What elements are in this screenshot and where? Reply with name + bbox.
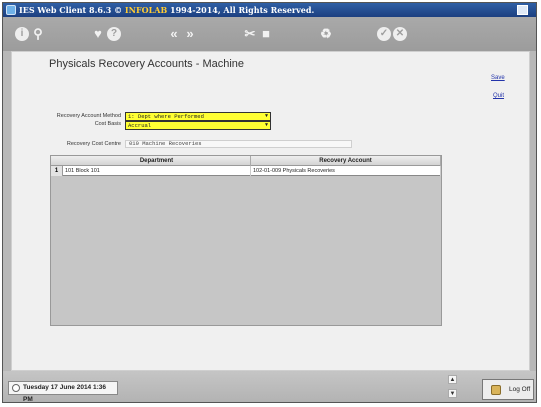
recycle-icon[interactable]: ♻ [319, 27, 333, 41]
recovery-account-cell[interactable]: 102-01-009 Physicals Recoveries [251, 166, 441, 176]
datetime-display: Tuesday 17 June 2014 1:36 PM [8, 381, 118, 403]
column-recovery-account[interactable]: Recovery Account [251, 156, 441, 166]
cost-centre-field[interactable]: 010 Machine Recoveries [125, 140, 352, 148]
status-bar: Tuesday 17 June 2014 1:36 PM ▲ ▼ Log Off [3, 371, 536, 403]
toolbar: i ⚲ ♥ ? « » ✂ ■ ♻ ✓ ✕ [3, 17, 536, 51]
save-link[interactable]: Save [491, 75, 505, 81]
cost-basis-value: Accrual [128, 122, 152, 129]
app-name: IES Web Client 8.6.3 [19, 5, 112, 15]
cost-centre-label: Recovery Cost Centre [66, 141, 121, 147]
datetime-text: Tuesday 17 June 2014 1:36 PM [23, 384, 106, 403]
title-bar: IES Web Client 8.6.3 © INFOLAB 1994-2014… [3, 3, 536, 17]
page-title: Physicals Recovery Accounts - Machine [49, 58, 245, 70]
row-number: 1 [51, 166, 63, 176]
stop-icon[interactable]: ■ [259, 27, 273, 41]
ok-icon[interactable]: ✓ [377, 27, 391, 41]
recovery-method-select[interactable]: 1: Dept where Performed ▼ [125, 112, 271, 121]
logoff-label: Log Off [509, 386, 531, 393]
lock-icon [491, 385, 501, 395]
grid-header: Department Recovery Account [51, 156, 441, 166]
app-window: IES Web Client 8.6.3 © INFOLAB 1994-2014… [2, 2, 537, 403]
copyright-symbol: © [114, 5, 123, 15]
scroll-up-button[interactable]: ▲ [448, 375, 457, 384]
department-cell[interactable]: 101 Block 101 [63, 166, 251, 176]
dropdown-arrow-icon: ▼ [264, 113, 268, 119]
app-icon [6, 5, 16, 15]
accounts-grid: Department Recovery Account 1 101 Block … [50, 155, 442, 326]
info-icon[interactable]: i [15, 27, 29, 41]
table-row[interactable]: 1 101 Block 101 102-01-009 Physicals Rec… [51, 166, 441, 176]
help-icon[interactable]: ? [107, 27, 121, 41]
company-name: INFOLAB [124, 5, 168, 15]
clock-icon [12, 384, 20, 392]
main-content: Physicals Recovery Accounts - Machine Sa… [11, 51, 530, 371]
cost-basis-label: Cost Basis [94, 121, 121, 127]
next-icon[interactable]: » [183, 27, 197, 41]
dropdown-arrow-icon: ▼ [264, 122, 268, 128]
prev-icon[interactable]: « [167, 27, 181, 41]
cost-basis-select[interactable]: Accrual ▼ [125, 121, 271, 130]
rights-text: 1994-2014, All Rights Reserved. [170, 5, 315, 15]
cancel-icon[interactable]: ✕ [393, 27, 407, 41]
logoff-button[interactable]: Log Off [482, 379, 534, 400]
favorite-icon[interactable]: ♥ [91, 27, 105, 41]
scroll-down-button[interactable]: ▼ [448, 389, 457, 398]
window-button[interactable] [517, 5, 528, 15]
column-department[interactable]: Department [63, 156, 251, 166]
tools-icon[interactable]: ✂ [243, 27, 257, 41]
search-icon[interactable]: ⚲ [31, 27, 45, 41]
recovery-method-value: 1: Dept where Performed [128, 113, 204, 120]
quit-link[interactable]: Quit [493, 93, 504, 99]
recovery-method-label: Recovery Account Method [56, 113, 121, 119]
